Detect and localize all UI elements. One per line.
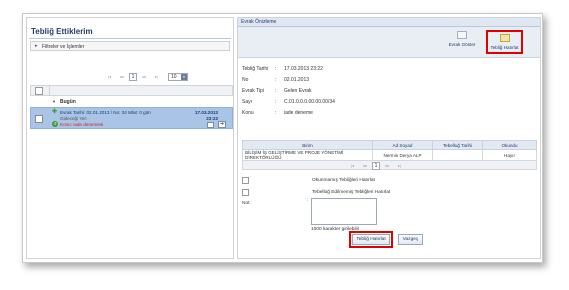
read-cell: Hayır xyxy=(482,149,537,161)
column-header[interactable]: Tebelluğ Tarihi xyxy=(432,140,483,150)
document-icon[interactable] xyxy=(207,122,214,128)
show-document-button[interactable]: Evrak Göster xyxy=(448,31,476,47)
envelope-icon xyxy=(499,34,510,42)
item-doc-info: Evrak Tarihi: 02.01.2013 / No: 34 Mlat: … xyxy=(60,110,151,115)
info-value: 02.01.2013 xyxy=(284,77,310,83)
app-window: Tebliğ Ettiklerim ▸ Filtreler ve İşlemle… xyxy=(22,13,543,263)
unacknowledged-label: Tebellüğ Edilmemiş Tebliğleri Hatırlat xyxy=(312,190,391,195)
preview-panel: Evrak Önizleme Evrak Göster Tebliğ Hatır… xyxy=(237,17,541,259)
forward-icon[interactable]: ➜ xyxy=(218,121,226,128)
table-pager: |◂ ◂◂ 1 ▸▸ ▸| xyxy=(242,160,537,170)
unit-cell: BİLİŞİM İŞ GELİŞTİRME VE PROJE YÖNETİMİ … xyxy=(242,149,373,161)
remind-button[interactable]: Tebliğ Hatırlat xyxy=(352,234,390,245)
unread-label: Okunmamış Tebliğleri Hatırlat xyxy=(312,178,375,183)
recipients-table: Birim Ad Soyad Tebelluğ Tarihi Okundu Bİ… xyxy=(242,140,537,161)
column-header[interactable]: Okundu xyxy=(482,140,537,150)
show-document-label: Evrak Göster xyxy=(448,42,476,47)
next-page-button[interactable]: ▸▸ xyxy=(383,162,392,170)
info-colon: : xyxy=(275,77,277,83)
item-checkbox[interactable] xyxy=(35,115,43,123)
left-panel: Tebliğ Ettiklerim ▸ Filtreler ve İşlemle… xyxy=(26,17,234,259)
filter-bar[interactable]: ▸ Filtreler ve İşlemler xyxy=(30,41,230,51)
info-colon: : xyxy=(275,88,277,94)
document-view-icon xyxy=(457,31,467,39)
info-key: No xyxy=(242,77,249,83)
column-divider xyxy=(49,86,50,95)
panel-title: Tebliğ Ettiklerim xyxy=(31,27,93,36)
preview-header: Evrak Önizleme xyxy=(238,18,540,27)
preview-toolbar: Evrak Göster Tebliğ Hatırlat xyxy=(238,27,540,58)
item-time: 23:22 xyxy=(206,116,218,121)
grid-header xyxy=(30,85,233,96)
note-colon: : xyxy=(307,198,309,203)
page-size-select[interactable]: 10 ▼ xyxy=(168,72,188,81)
item-destination: Gideceği Yer: xyxy=(60,116,88,121)
collapse-arrow-icon: ▼ xyxy=(52,99,56,104)
first-page-button[interactable]: |◂ xyxy=(348,162,357,170)
info-value: iade deneme xyxy=(284,110,313,116)
page-number-input[interactable]: 1 xyxy=(129,72,137,81)
table-header-row: Birim Ad Soyad Tebelluğ Tarihi Okundu xyxy=(242,140,537,150)
info-key: Tebliğ Tarihi xyxy=(242,66,269,72)
return-icon: ↺ xyxy=(52,121,58,127)
group-label: Bugün xyxy=(60,99,76,105)
item-subject: Konu: iade denemesi xyxy=(60,122,104,127)
info-key: Konu xyxy=(242,110,254,116)
cancel-button[interactable]: Vazgeç xyxy=(398,234,423,245)
filter-label: Filtreler ve İşlemler xyxy=(42,44,85,50)
column-header[interactable]: Birim xyxy=(242,140,373,150)
remind-toolbar-button[interactable]: Tebliğ Hatırlat xyxy=(486,30,523,54)
title-divider xyxy=(29,38,231,39)
group-row[interactable]: ▼ Bugün xyxy=(30,97,233,107)
chevron-down-icon: ▼ xyxy=(181,73,187,80)
prev-page-button[interactable]: ◂◂ xyxy=(360,162,369,170)
last-page-button[interactable]: ▸| xyxy=(395,162,404,170)
next-page-button[interactable]: ▸▸ xyxy=(140,73,149,81)
unacknowledged-checkbox[interactable] xyxy=(242,189,249,196)
prev-page-button[interactable]: ◂◂ xyxy=(117,73,126,81)
preview-title: Evrak Önizleme xyxy=(241,19,277,25)
unread-checkbox[interactable] xyxy=(242,177,249,184)
list-item[interactable]: ✚ Evrak Tarihi: 02.01.2013 / No: 34 Mlat… xyxy=(30,107,233,129)
info-colon: : xyxy=(275,110,277,116)
last-page-button[interactable]: ▸| xyxy=(152,73,161,81)
info-colon: : xyxy=(275,99,277,105)
note-textarea[interactable] xyxy=(311,198,377,225)
name-cell: Nermin Derya ALP xyxy=(372,149,433,161)
column-header[interactable]: Ad Soyad xyxy=(372,140,433,150)
remind-toolbar-label: Tebliğ Hatırlat xyxy=(490,45,519,50)
info-value: 17.03.2013 23:22 xyxy=(284,66,323,72)
page-size-value: 10 xyxy=(171,73,177,80)
note-label: Not xyxy=(242,201,250,206)
list-pager: |◂ ◂◂ 1 ▸▸ ▸| 10 ▼ xyxy=(105,72,188,81)
info-key: Sayı xyxy=(242,99,253,105)
select-all-checkbox[interactable] xyxy=(35,87,43,95)
table-row[interactable]: BİLİŞİM İŞ GELİŞTİRME VE PROJE YÖNETİMİ … xyxy=(242,149,537,161)
expand-arrow-icon: ▸ xyxy=(35,43,38,49)
info-value: C.01.0.0.0.00.00.00/34 xyxy=(284,99,335,105)
info-colon: : xyxy=(275,66,277,72)
info-key: Evrak Tipi xyxy=(242,88,264,94)
add-icon: ✚ xyxy=(52,109,58,115)
date-cell xyxy=(432,149,483,161)
first-page-button[interactable]: |◂ xyxy=(105,73,114,81)
page-number-input[interactable]: 1 xyxy=(372,162,380,170)
info-value: Gelen Evrak xyxy=(284,88,312,94)
item-date: 17.03.2013 xyxy=(195,110,218,115)
